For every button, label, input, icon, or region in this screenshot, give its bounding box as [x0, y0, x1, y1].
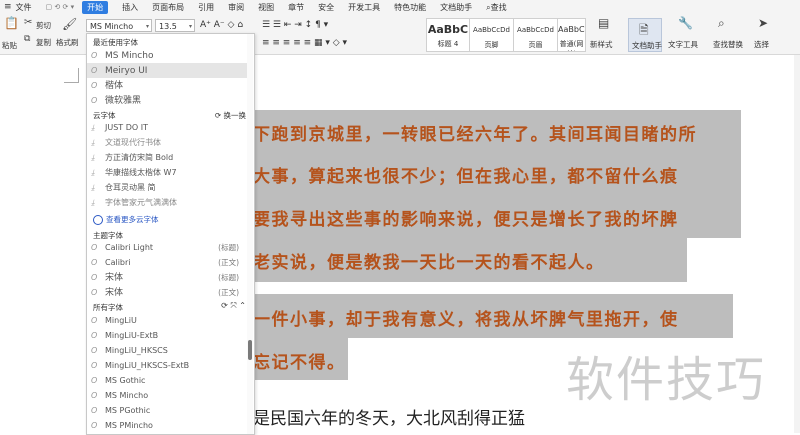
menu-bar: ≡ 文件 ▢ ⟲ ⟳ ▾ 开始 插入 页面布局 引用 审阅 视图 章节 安全 开…	[0, 0, 800, 14]
font-option[interactable]: O 楷体	[87, 78, 247, 93]
font-option[interactable]: O MS PMincho	[87, 418, 247, 433]
chevron-down-icon: ▾	[188, 23, 192, 30]
font-option[interactable]: O MS Mincho	[87, 388, 247, 403]
all-fonts-controls[interactable]: ⟳ ⤧ ⌃	[221, 301, 246, 311]
menu-features[interactable]: 特色功能	[394, 2, 426, 13]
menu-search[interactable]: ⌕查找	[486, 2, 506, 13]
cut-button[interactable]: 剪切	[36, 20, 51, 31]
refresh-icon: ⟳	[214, 111, 224, 120]
font-option[interactable]: O Meiryo UI	[87, 63, 247, 78]
select-icon[interactable]: ➤	[758, 16, 768, 30]
select-button[interactable]: 选择	[754, 39, 769, 50]
document-icon: 🗎	[639, 23, 649, 37]
font-option[interactable]: O 微软雅黑	[87, 93, 247, 108]
chevron-down-icon: ▾	[145, 23, 149, 30]
document-line[interactable]: 下跑到京城里，一转眼已经六年了。其间耳闻目睹的所	[253, 120, 697, 145]
menu-icon[interactable]: ≡	[4, 2, 12, 12]
theme-font-option[interactable]: O Calibri (正文)	[87, 255, 247, 270]
paste-icon[interactable]: 📋	[4, 16, 19, 30]
font-option[interactable]: O MS Gothic	[87, 373, 247, 388]
cloud-font-option[interactable]: ⤓ 仓耳灵动黑 简	[87, 180, 247, 195]
menu-review[interactable]: 审阅	[228, 2, 244, 13]
copy-button[interactable]: 复制	[36, 37, 51, 48]
scissors-icon[interactable]: ✂	[24, 17, 32, 28]
text-tools-button[interactable]: 文字工具	[668, 39, 698, 50]
format-painter-icon[interactable]: 🖌	[62, 17, 77, 31]
document-line[interactable]: 一件小事，却于我有意义，将我从坏脾气里拖开，使	[253, 305, 679, 330]
document-scrollbar[interactable]	[794, 55, 800, 433]
document-line[interactable]: 忘记不得。	[253, 348, 346, 373]
document-line[interactable]: 要我寻出这些事的影响来说，便只是增长了我的坏脾	[253, 205, 679, 230]
cloud-icon	[93, 215, 103, 225]
font-option[interactable]: O MingLiU-ExtB	[87, 328, 247, 343]
align-icons[interactable]: ≡ ≡ ≡ ≡ ≡ ▦ ▾ ◇ ▾	[262, 38, 347, 48]
page-corner-mark	[64, 68, 79, 83]
menu-insert[interactable]: 插入	[122, 2, 138, 13]
font-option[interactable]: O MingLiU	[87, 313, 247, 328]
menu-references[interactable]: 引用	[198, 2, 214, 13]
watermark: 软件技巧	[566, 352, 767, 408]
menu-security[interactable]: 安全	[318, 2, 334, 13]
find-replace-button[interactable]: 查找替换	[713, 39, 743, 50]
menu-page-layout[interactable]: 页面布局	[152, 2, 184, 13]
cloud-font-option[interactable]: ⤓ 文道现代行书体	[87, 135, 247, 150]
font-size-input[interactable]: 13.5 ▾	[155, 19, 195, 32]
find-replace-icon[interactable]: ⌕	[718, 16, 725, 31]
menu-view[interactable]: 视图	[258, 2, 274, 13]
new-style-button[interactable]: 新样式	[590, 39, 613, 50]
theme-font-option[interactable]: O Calibri Light (标题)	[87, 240, 247, 255]
style-footer[interactable]: AaBbCcDd 页脚	[470, 18, 514, 52]
document-line[interactable]: 老实说，便是教我一天比一天的看不起人。	[253, 248, 605, 273]
menu-start-tab[interactable]: 开始	[82, 0, 109, 14]
wrench-icon[interactable]: 🔧	[678, 16, 693, 30]
document-margin	[0, 55, 86, 433]
document-line[interactable]: 大事，算起来也很不少；但在我心里，都不留什么痕	[253, 162, 679, 187]
font-option[interactable]: O MingLiU_HKSCS-ExtB	[87, 358, 247, 373]
theme-font-option[interactable]: O 宋体 (正文)	[87, 285, 247, 300]
paste-label[interactable]: 粘贴	[2, 40, 17, 51]
font-dropdown: 最近使用字体 O MS Mincho O Meiryo UI O 楷体 O 微软雅黑 云…	[86, 33, 255, 435]
style-heading4[interactable]: AaBbC 标题 4	[426, 18, 470, 52]
style-normal-web[interactable]: AaBbCcDd 普通(网站)	[558, 18, 586, 52]
recent-fonts-title: 最近使用字体	[93, 38, 138, 47]
document-line-plain[interactable]: 是民国六年的冬天，大北风刮得正猛	[253, 404, 525, 429]
font-option[interactable]: O MingLiU_HKSCS	[87, 343, 247, 358]
format-painter-button[interactable]: 格式刷	[56, 37, 79, 48]
all-fonts-title: 所有字体	[93, 303, 123, 312]
font-list-scrollbar[interactable]	[247, 34, 253, 434]
font-list-scroll-thumb[interactable]	[248, 340, 252, 360]
font-option[interactable]: O MS PGothic	[87, 403, 247, 418]
menu-file[interactable]: 文件	[16, 2, 32, 13]
font-grow-icons[interactable]: A⁺ A⁻ ◇ ⌂	[200, 20, 243, 30]
style-header[interactable]: AaBbCcDd 页眉	[514, 18, 558, 52]
new-style-icon[interactable]: ▤	[598, 16, 609, 30]
list-icons[interactable]: ☰ ☰ ⇤ ⇥ ↕ ¶ ▾	[262, 20, 328, 30]
menu-doc-assistant[interactable]: 文档助手	[440, 2, 472, 13]
menu-section[interactable]: 章节	[288, 2, 304, 13]
font-option[interactable]: O MS Mincho	[87, 48, 247, 63]
copy-icon[interactable]: ⧉	[24, 34, 30, 44]
cloud-font-option[interactable]: ⤓ 字体管家元气满满体	[87, 195, 247, 210]
font-name-input[interactable]: MS Mincho ▾	[86, 19, 152, 32]
cloud-font-option[interactable]: ⤓ 华康描线太楷体 W7	[87, 165, 247, 180]
quick-access-icons[interactable]: ▢ ⟲ ⟳ ▾	[46, 3, 75, 11]
theme-font-option[interactable]: O 宋体 (标题)	[87, 270, 247, 285]
menu-developer[interactable]: 开发工具	[348, 2, 380, 13]
cloud-font-option[interactable]: ⤓ 方正清仿宋简 Bold	[87, 150, 247, 165]
view-more-cloud-fonts-link[interactable]: 查看更多云字体	[93, 214, 159, 225]
doc-assistant-label: 文档助手	[632, 41, 662, 50]
cloud-font-option[interactable]: ⤓ JUST DO IT	[87, 120, 247, 135]
